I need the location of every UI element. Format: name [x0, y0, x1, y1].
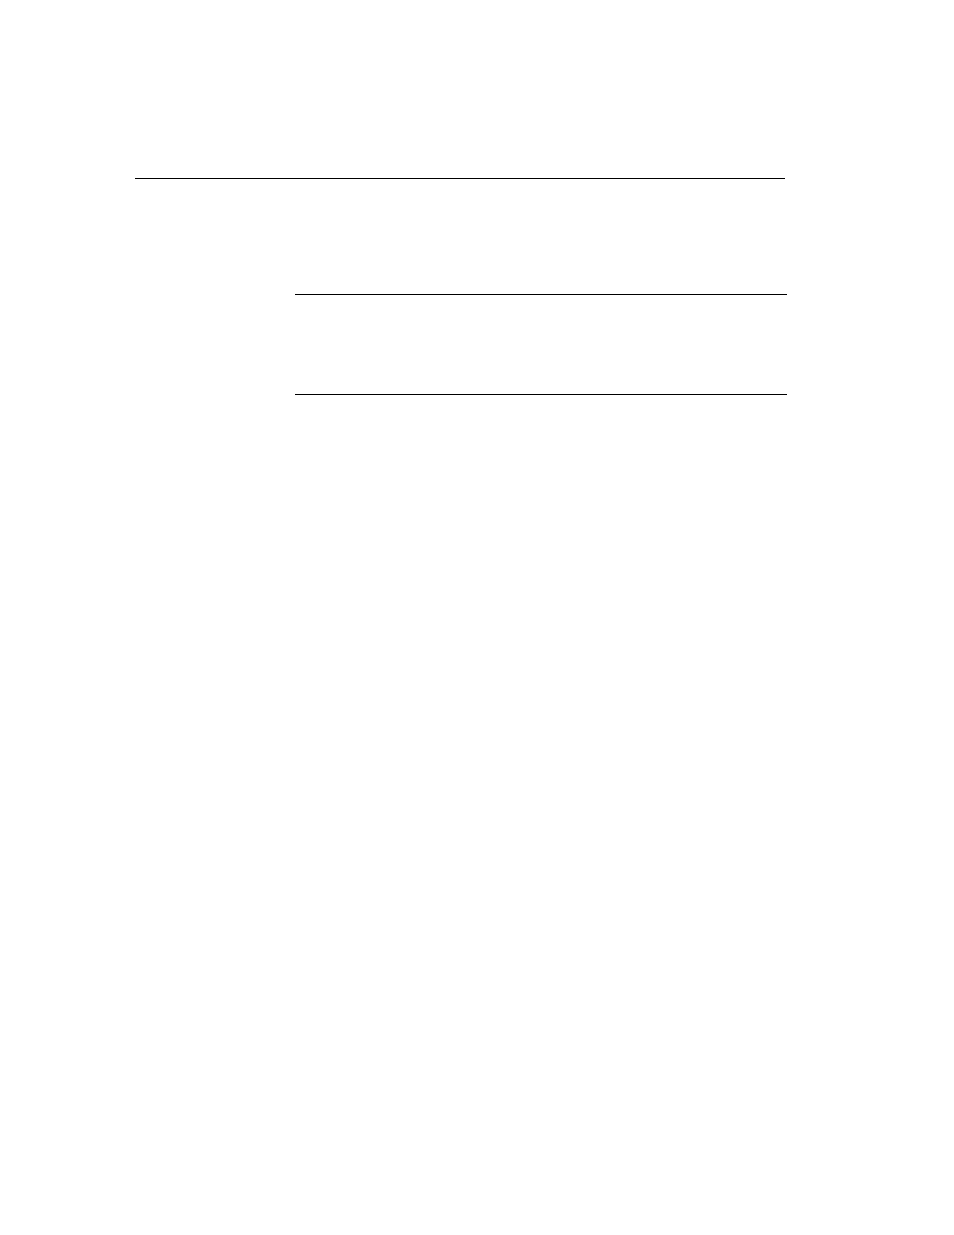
- horizontal-rule: [295, 394, 787, 395]
- horizontal-rule: [135, 178, 785, 179]
- horizontal-rule: [295, 294, 787, 295]
